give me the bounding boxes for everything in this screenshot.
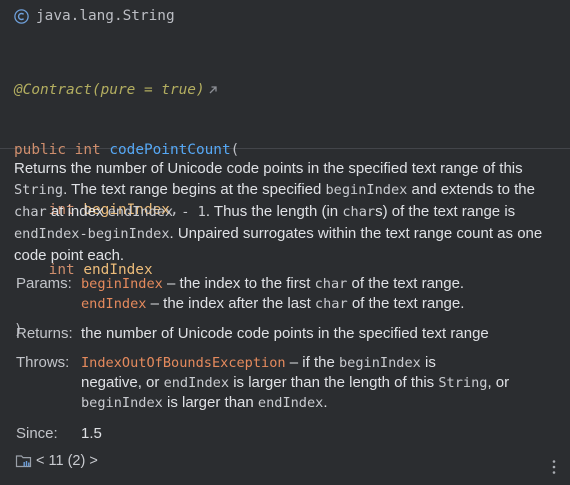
desc-text: and extends to the: [407, 181, 535, 198]
desc-code: endIndex-beginIndex: [14, 226, 170, 242]
params-label: Params:: [16, 275, 72, 292]
throws-text: is larger than the length of this: [229, 374, 439, 391]
desc-text: . Thus the length (in: [205, 203, 343, 220]
desc-code: endIndex - 1: [107, 204, 206, 220]
param-link[interactable]: endIndex: [81, 296, 146, 312]
param-desc: of the text range.: [347, 275, 465, 292]
param-desc: of the text range.: [347, 295, 465, 312]
param-code: char: [314, 276, 348, 292]
since-label: Since:: [16, 425, 58, 442]
contract-annotation[interactable]: @Contract(pure = true): [14, 80, 205, 100]
returns-label: Returns:: [16, 325, 73, 342]
vertical-ellipsis-icon[interactable]: [552, 459, 556, 475]
returns-text: the number of Unicode code points in the…: [81, 325, 489, 342]
desc-code: String: [14, 182, 64, 198]
keyword-public: public: [14, 142, 66, 158]
param-link[interactable]: beginIndex: [81, 276, 163, 292]
desc-code: char: [342, 204, 376, 220]
desc-text: Returns the number of Unicode code point…: [14, 160, 523, 177]
desc-code: beginIndex: [325, 182, 408, 198]
keyword-int: int: [74, 142, 101, 158]
throws-body: IndexOutOfBoundsException – if the begin…: [81, 353, 551, 413]
method-description: Returns the number of Unicode code point…: [14, 158, 554, 266]
throws-label: Throws:: [16, 354, 70, 371]
throws-text: negative, or: [81, 374, 164, 391]
throws-text: .: [323, 394, 328, 411]
throws-code: beginIndex: [338, 355, 421, 371]
param-item: beginIndex – the index to the first char…: [81, 274, 551, 294]
class-c-icon: [14, 8, 29, 24]
throws-code: endIndex: [163, 375, 230, 391]
param-desc: – the index after the last: [146, 295, 315, 312]
throws-code: String: [438, 375, 488, 391]
desc-text: . The text range begins at the specified: [63, 181, 326, 198]
throws-code: beginIndex: [81, 395, 163, 411]
method-name: codePointCount: [109, 142, 231, 158]
library-folder-icon: [15, 455, 32, 468]
param-item: endIndex – the index after the last char…: [81, 294, 551, 314]
throws-text: is: [420, 354, 436, 371]
params-list: beginIndex – the index to the first char…: [81, 274, 551, 314]
throws-line: negative, or endIndex is larger than the…: [81, 373, 551, 393]
desc-text: s) of the text range is: [375, 203, 516, 220]
signature-panel: java.lang.String @Contract(pure = true) …: [0, 0, 570, 338]
throws-line: IndexOutOfBoundsException – if the begin…: [81, 353, 551, 373]
annotation-line: @Contract(pure = true): [14, 80, 239, 100]
param-code: char: [314, 296, 348, 312]
class-name[interactable]: java.lang.String: [36, 8, 175, 24]
since-value: 1.5: [81, 425, 102, 442]
throws-code: endIndex: [257, 395, 324, 411]
desc-text: at index: [46, 203, 108, 220]
throws-text: – if the: [285, 354, 339, 371]
method-declaration-line: public int codePointCount(: [14, 140, 239, 160]
throws-text: , or: [487, 374, 510, 391]
throws-text: is larger than: [162, 394, 258, 411]
param-desc: – the index to the first: [162, 275, 315, 292]
open-paren: (: [230, 142, 240, 158]
arrow-up-right-icon[interactable]: [208, 85, 218, 95]
library-version-label[interactable]: < 11 (2) >: [36, 453, 98, 469]
throws-line: beginIndex is larger than endIndex.: [81, 393, 551, 413]
class-reference[interactable]: java.lang.String: [14, 6, 175, 26]
library-footer[interactable]: < 11 (2) >: [15, 451, 98, 471]
desc-code: char: [14, 204, 47, 220]
exception-link[interactable]: IndexOutOfBoundsException: [81, 355, 286, 371]
